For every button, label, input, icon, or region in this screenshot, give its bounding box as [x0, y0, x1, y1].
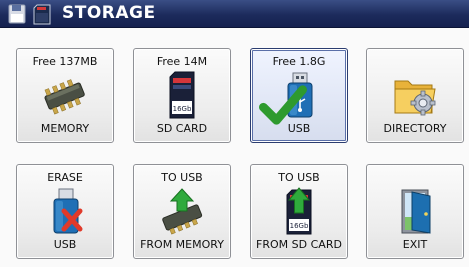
sd-card-icon: 16Gb — [157, 71, 207, 119]
sd-to-usb-icon: 16Gb — [274, 187, 324, 235]
floppy-disk-icon — [8, 4, 26, 24]
sd-card-button[interactable]: Free 14M 16Gb SD CARD — [133, 48, 231, 143]
erase-usb-button[interactable]: ERASE USB — [16, 164, 114, 259]
from-memory-label: FROM MEMORY — [140, 238, 224, 251]
from-sd-card-label: FROM SD CARD — [256, 238, 342, 251]
copy-memory-to-usb-button[interactable]: TO USB FROM MEMORY — [133, 164, 231, 259]
title-bar: STORAGE — [0, 0, 469, 28]
exit-button[interactable]: EXIT — [366, 164, 464, 259]
window-title: STORAGE — [62, 3, 156, 23]
copy-sd-card-to-usb-button[interactable]: TO USB 16Gb FROM SD CARD — [250, 164, 348, 259]
erase-usb-label: USB — [53, 238, 77, 251]
usb-drive-icon — [259, 71, 324, 125]
memory-to-usb-top-text: TO USB — [161, 171, 203, 184]
folder-gear-icon — [390, 71, 440, 119]
usb-label: USB — [287, 122, 311, 135]
sd-card-capacity-text: 16Gb — [290, 222, 309, 230]
memory-to-usb-icon — [157, 187, 207, 235]
directory-button[interactable]: DIRECTORY — [366, 48, 464, 143]
exit-label: EXIT — [402, 238, 428, 251]
memory-button[interactable]: Free 137MB MEMORY — [16, 48, 114, 143]
directory-label: DIRECTORY — [383, 122, 447, 135]
sd-to-usb-top-text: TO USB — [278, 171, 320, 184]
sd-card-free-space: Free 14M — [156, 55, 208, 68]
exit-door-icon — [390, 187, 440, 235]
sd-card-title-icon — [33, 4, 51, 25]
storage-menu-grid: Free 137MB MEMORY Free 14M 16Gb SD CARD … — [0, 28, 469, 267]
usb-free-space: Free 1.8G — [272, 55, 326, 68]
memory-label: MEMORY — [40, 122, 90, 135]
memory-chip-icon — [40, 71, 90, 119]
usb-button[interactable]: Free 1.8G USB — [250, 48, 348, 143]
sd-card-capacity-text: 16Gb — [173, 105, 192, 113]
usb-erase-icon — [40, 187, 90, 235]
sd-card-label: SD CARD — [156, 122, 208, 135]
erase-usb-top-text: ERASE — [47, 171, 83, 184]
memory-free-space: Free 137MB — [32, 55, 98, 68]
